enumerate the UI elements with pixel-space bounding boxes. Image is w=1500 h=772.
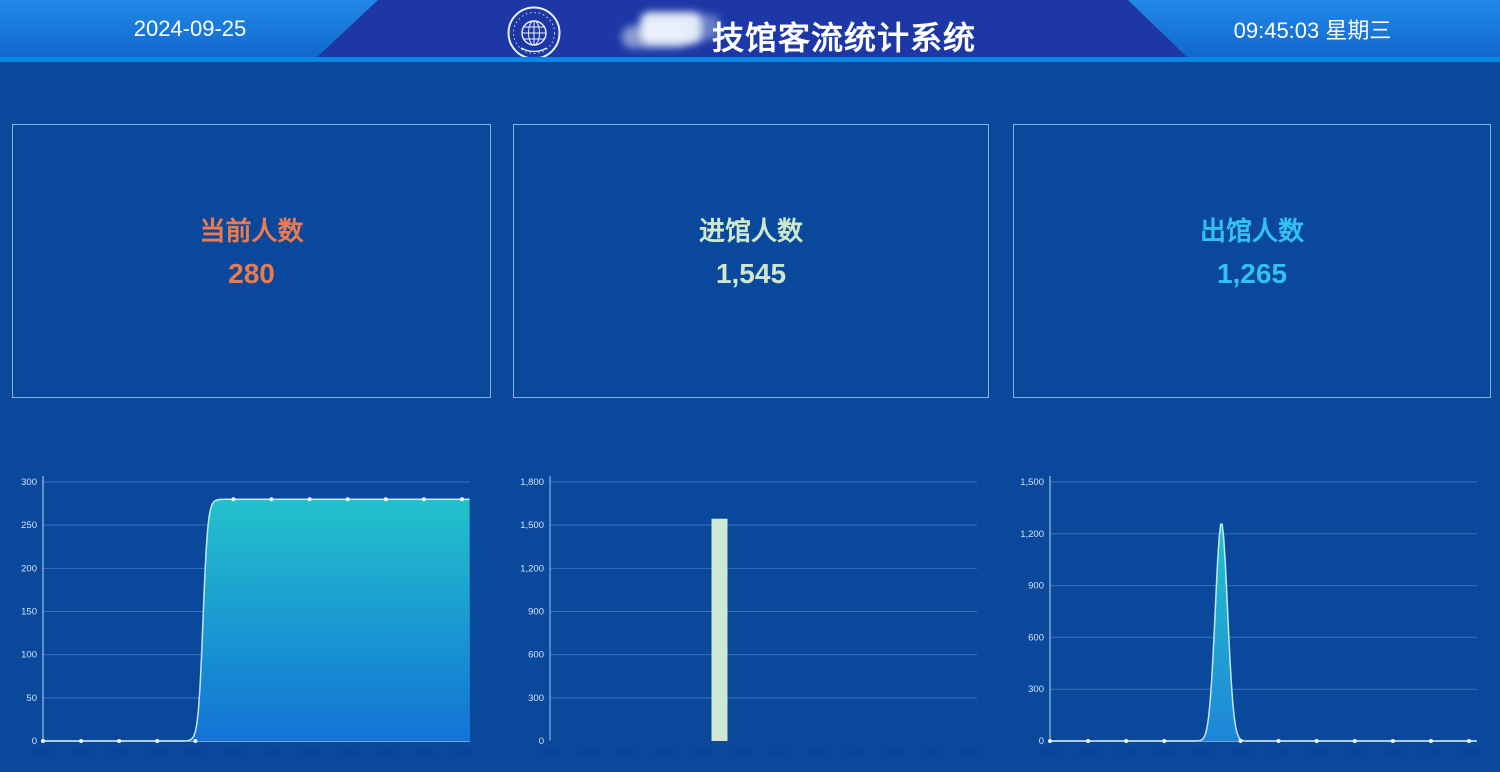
svg-text:50: 50 [26,693,37,704]
svg-text:10:00: 10:00 [1231,748,1250,757]
svg-text:14:00: 14:00 [883,748,902,757]
svg-text:10:00: 10:00 [224,748,243,757]
header-clock: 09:45:03 星期三 [1135,0,1490,57]
svg-text:12:00: 12:00 [807,748,826,757]
svg-text:14:00: 14:00 [1383,748,1402,757]
header: 2024-09-25 技馆客流统计系统 09:45:03 星期三 [0,0,1500,57]
svg-text:15:00: 15:00 [1422,748,1441,757]
stat-value: 280 [228,260,275,288]
svg-text:05:00: 05:00 [1041,748,1060,757]
svg-text:300: 300 [1028,684,1044,695]
svg-text:06:00: 06:00 [72,748,91,757]
svg-text:100: 100 [21,650,37,661]
stat-label: 出馆人数 [1200,218,1304,244]
svg-text:200: 200 [21,563,37,574]
svg-text:11:00: 11:00 [262,748,280,757]
header-date: 2024-09-25 [10,0,370,57]
current-count-chart: 0 50 100 150 200 250 300 05:00 06:00 07:00 08:00 09… [8,466,480,762]
svg-text:07:00: 07:00 [617,748,636,757]
svg-text:300: 300 [528,693,544,704]
svg-text:0: 0 [1039,736,1044,747]
svg-text:13:00: 13:00 [845,748,864,757]
svg-text:300: 300 [21,477,37,488]
svg-text:900: 900 [1028,581,1044,592]
svg-text:15:00: 15:00 [922,748,941,757]
svg-text:07:00: 07:00 [110,748,129,757]
svg-text:600: 600 [1028,632,1044,643]
svg-text:09:00: 09:00 [693,748,712,757]
svg-text:12:00: 12:00 [1307,748,1326,757]
svg-text:0: 0 [32,736,37,747]
emblem-logo-icon [506,5,562,61]
stat-value: 1,265 [1217,260,1287,288]
stat-card-entered: 进馆人数 1,545 [513,124,989,398]
svg-text:600: 600 [528,650,544,661]
svg-text:11:00: 11:00 [1269,748,1287,757]
exit-count-chart: 0 300 600 900 1,200 1,500 05:00 06:00 07:00 08:00… [1015,466,1487,762]
svg-text:16:00: 16:00 [960,748,979,757]
svg-text:1,800: 1,800 [520,477,544,488]
svg-text:16:00: 16:00 [453,748,472,757]
header-bottom-strip [0,57,1500,62]
stat-label: 进馆人数 [699,218,803,244]
stat-label: 当前人数 [199,218,303,244]
svg-text:14:00: 14:00 [376,748,395,757]
svg-text:13:00: 13:00 [338,748,357,757]
stat-card-current: 当前人数 280 [12,124,491,398]
svg-text:07:00: 07:00 [1117,748,1136,757]
svg-text:1,200: 1,200 [1020,529,1044,540]
svg-text:08:00: 08:00 [655,748,674,757]
svg-text:05:00: 05:00 [34,748,53,757]
svg-text:06:00: 06:00 [1079,748,1098,757]
svg-text:08:00: 08:00 [148,748,167,757]
app-title: 技馆客流统计系统 [712,13,976,59]
svg-text:08:00: 08:00 [1155,748,1174,757]
svg-text:15:00: 15:00 [415,748,434,757]
svg-text:06:00: 06:00 [579,748,598,757]
svg-text:1,500: 1,500 [520,520,544,531]
svg-text:05:00: 05:00 [541,748,560,757]
svg-text:11:00: 11:00 [769,748,787,757]
svg-text:250: 250 [21,520,37,531]
svg-text:1,500: 1,500 [1020,477,1044,488]
entry-count-chart: 0 300 600 900 1,200 1,500 1,800 05:00 06:00 07:00… [515,466,987,762]
svg-text:13:00: 13:00 [1345,748,1364,757]
stat-value: 1,545 [716,260,786,288]
svg-text:900: 900 [528,607,544,618]
svg-text:10:00: 10:00 [731,748,750,757]
svg-text:16:00: 16:00 [1460,748,1479,757]
svg-text:09:00: 09:00 [1193,748,1212,757]
svg-text:09:00: 09:00 [186,748,205,757]
redaction-blur [640,12,702,44]
svg-text:1,200: 1,200 [520,563,544,574]
svg-text:0: 0 [539,736,544,747]
svg-text:12:00: 12:00 [300,748,319,757]
stat-card-exited: 出馆人数 1,265 [1013,124,1491,398]
svg-text:150: 150 [21,607,37,618]
